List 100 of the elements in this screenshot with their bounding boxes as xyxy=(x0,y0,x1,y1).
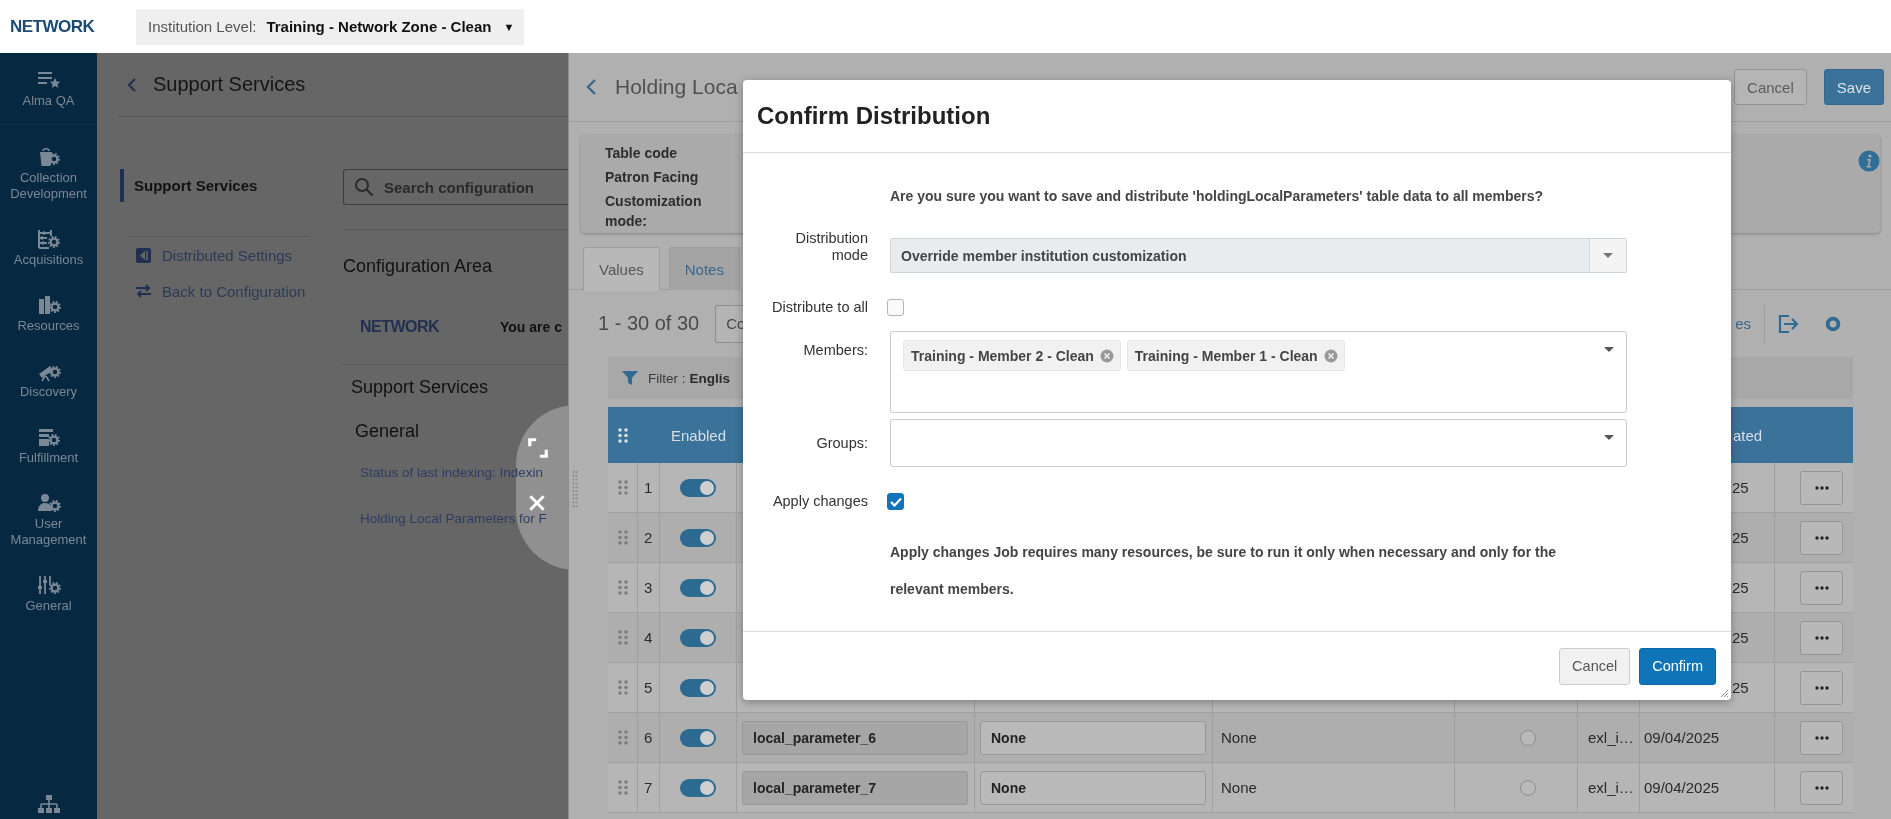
more-icon xyxy=(1814,485,1829,490)
back-icon[interactable] xyxy=(585,78,597,96)
remove-icon xyxy=(1099,348,1114,363)
tab[interactable]: Values xyxy=(583,247,660,291)
row-number: 6 xyxy=(644,729,653,746)
drag-handle-icon[interactable] xyxy=(617,480,628,495)
info-label: Patron Facing xyxy=(605,168,700,187)
checkbox[interactable] xyxy=(887,493,904,510)
save-button[interactable]: Save xyxy=(1823,69,1884,105)
more-icon xyxy=(1814,785,1829,790)
toggle-switch[interactable] xyxy=(680,478,716,497)
nav-item[interactable]: User Management xyxy=(0,479,97,561)
field-label: Groups: xyxy=(815,434,868,452)
code-field[interactable]: local_parameter_7 xyxy=(742,770,968,805)
zone-notice: You are c xyxy=(500,319,562,335)
date-cell: 25 xyxy=(1732,529,1749,546)
cancel-button[interactable]: Cancel xyxy=(1734,69,1807,105)
drag-handle-icon[interactable] xyxy=(617,680,628,695)
remove-tag-button[interactable] xyxy=(1099,348,1114,363)
toggle-switch[interactable] xyxy=(680,728,716,747)
more-icon xyxy=(1814,585,1829,590)
nav-item[interactable]: Collection Development xyxy=(0,133,97,215)
drag-handle-icon[interactable] xyxy=(618,427,628,443)
nav-item[interactable]: Fulfillment xyxy=(0,413,97,479)
resize-handle-icon[interactable] xyxy=(572,470,578,508)
toggle-switch[interactable] xyxy=(680,778,716,797)
field-label: Apply changes xyxy=(771,493,868,510)
nav-item[interactable]: Discovery xyxy=(0,347,97,413)
drag-handle-icon[interactable] xyxy=(617,530,628,545)
nav-item[interactable]: Acquisitions xyxy=(0,215,97,281)
section-heading: Support Services xyxy=(351,376,490,398)
member-tag: Training - Member 1 - Clean xyxy=(1126,340,1345,371)
date-cell: 09/04/2025 xyxy=(1644,729,1720,746)
hierarchy-icon[interactable] xyxy=(36,794,61,816)
row-number: 3 xyxy=(644,579,653,596)
date-cell: 25 xyxy=(1732,479,1749,496)
more-button[interactable] xyxy=(1800,620,1843,655)
date-cell: 25 xyxy=(1732,629,1749,646)
expand-button[interactable] xyxy=(527,437,549,459)
side-menu-item[interactable]: Support Services xyxy=(120,169,300,202)
drag-handle-icon[interactable] xyxy=(617,580,628,595)
toolbar-link[interactable]: es xyxy=(1735,315,1751,332)
radio-button[interactable] xyxy=(1520,779,1536,796)
nav-item[interactable]: General xyxy=(0,561,97,627)
more-button[interactable] xyxy=(1800,770,1843,805)
code-field[interactable]: local_parameter_6 xyxy=(742,720,968,755)
toggle-switch[interactable] xyxy=(680,628,716,647)
table-cell: None xyxy=(1221,779,1257,796)
back-icon[interactable] xyxy=(127,76,137,93)
tab[interactable]: Notes xyxy=(668,247,740,290)
search-field[interactable]: Search configuration xyxy=(343,169,568,205)
record-count: 1 - 30 of 30 xyxy=(598,312,700,335)
info-icon[interactable] xyxy=(1858,150,1880,172)
filter-icon xyxy=(622,371,638,385)
expand-icon xyxy=(527,437,549,459)
toggle-switch[interactable] xyxy=(680,528,716,547)
person-gear-icon xyxy=(35,492,62,514)
close-icon xyxy=(527,493,547,513)
filter-label: Filter : xyxy=(648,370,686,386)
member-tag: Training - Member 2 - Clean xyxy=(903,340,1121,371)
row-number: 4 xyxy=(644,629,653,646)
drag-handle-icon[interactable] xyxy=(617,630,628,645)
section-heading: Configuration Area xyxy=(343,255,494,277)
cancel-button[interactable]: Cancel xyxy=(1559,647,1631,685)
description-field[interactable]: None xyxy=(980,770,1206,805)
field-label: Distribution mode xyxy=(794,230,868,264)
description-field[interactable]: None xyxy=(980,720,1206,755)
nav-item[interactable]: Resources xyxy=(0,281,97,347)
more-button[interactable] xyxy=(1800,470,1843,505)
confirm-button[interactable]: Confirm xyxy=(1639,647,1716,685)
search-input[interactable]: Search configuration xyxy=(382,177,568,197)
checkbox[interactable] xyxy=(887,299,904,316)
drag-handle-icon[interactable] xyxy=(617,780,628,795)
nav-item[interactable]: Alma QA xyxy=(0,53,97,124)
more-button[interactable] xyxy=(1800,570,1843,605)
toggle-switch[interactable] xyxy=(680,578,716,597)
multi-select-field[interactable] xyxy=(890,419,1627,467)
mode-select[interactable]: Override member institution customization xyxy=(890,238,1627,273)
more-button[interactable] xyxy=(1800,520,1843,555)
radio-button[interactable] xyxy=(1520,729,1536,746)
info-label: Customization mode: xyxy=(605,192,703,231)
field-label: Distribute to all xyxy=(771,299,868,316)
row-number: 5 xyxy=(644,679,653,696)
row-number: 7 xyxy=(644,779,653,796)
drag-handle-icon[interactable] xyxy=(617,730,628,745)
info-label: Table code xyxy=(605,144,679,163)
resize-grip-icon[interactable] xyxy=(1720,689,1728,697)
more-button[interactable] xyxy=(1800,670,1843,705)
more-icon xyxy=(1814,535,1829,540)
abacus-gear-icon xyxy=(35,228,62,250)
export-button[interactable] xyxy=(1777,313,1799,334)
network-logo: NETWORK xyxy=(360,318,441,336)
table-cell: None xyxy=(1221,729,1257,746)
remove-tag-button[interactable] xyxy=(1323,348,1338,363)
toggle-switch[interactable] xyxy=(680,678,716,697)
multi-select-field[interactable]: Training - Member 2 - Clean Training - Member 1 - Clean xyxy=(890,331,1627,413)
panel-back-icon xyxy=(135,246,152,264)
institution-dropdown[interactable]: Institution Level: Training - Network Zone - Clean ▼ xyxy=(136,8,524,45)
more-button[interactable] xyxy=(1800,720,1843,755)
dialog-title: Confirm Distribution xyxy=(743,80,1731,153)
